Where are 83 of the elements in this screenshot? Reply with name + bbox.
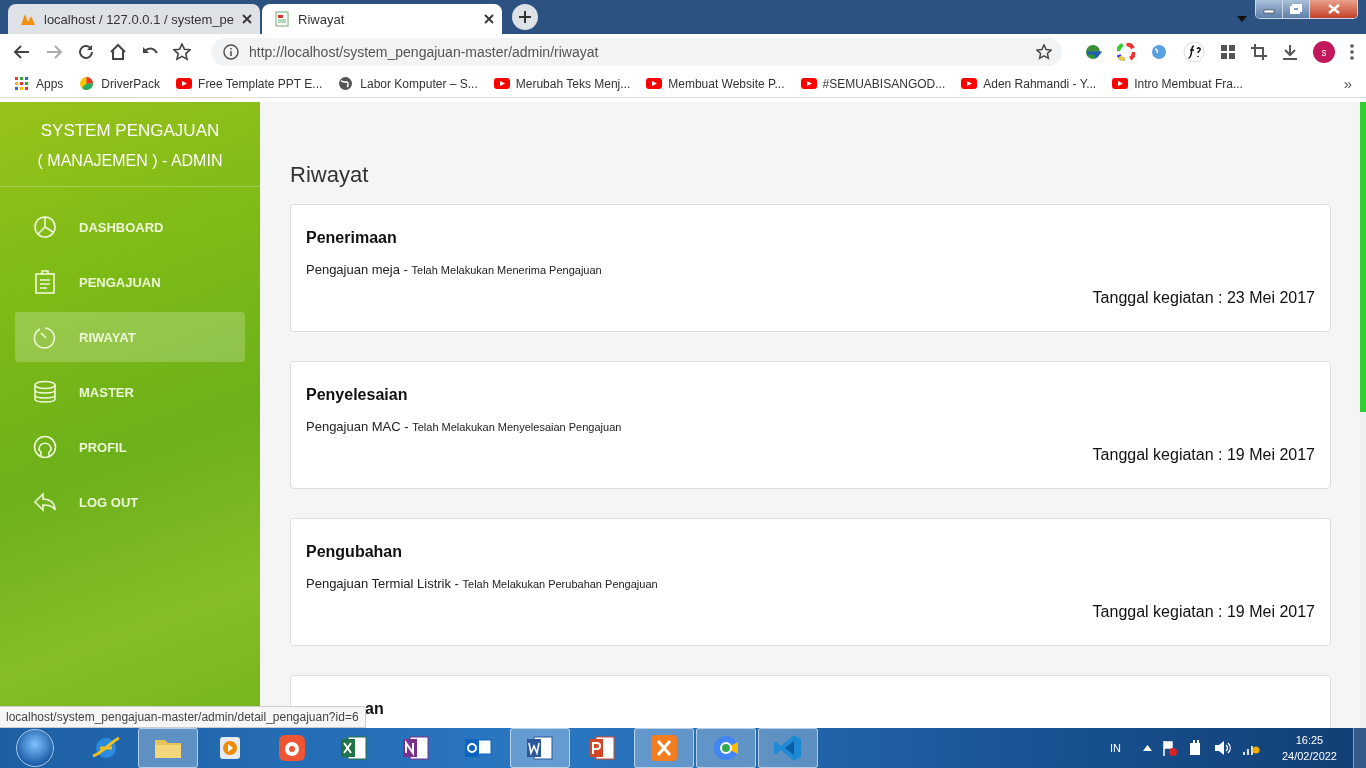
flag-error-icon[interactable] xyxy=(1161,740,1178,756)
bookmark[interactable]: Labor Komputer – S... xyxy=(338,76,478,91)
timer-icon xyxy=(33,325,57,349)
home-icon[interactable] xyxy=(109,43,127,61)
video-play-icon xyxy=(1112,76,1129,91)
code-editor-icon xyxy=(772,732,804,764)
download-icon[interactable] xyxy=(1282,44,1298,60)
minimize-button[interactable] xyxy=(1256,0,1283,18)
pinwheel-icon xyxy=(79,76,96,91)
close-icon[interactable] xyxy=(242,14,253,24)
browser-tab[interactable]: Riwayat xyxy=(262,4,503,34)
app-subtitle: ( MANAJEMEN ) - ADMIN xyxy=(36,152,224,170)
clock-date: 24/02/2022 xyxy=(1281,749,1337,764)
video-play-icon xyxy=(176,76,193,91)
bookmark[interactable]: Membuat Website P... xyxy=(646,76,785,91)
show-hidden-icons-icon[interactable] xyxy=(1142,745,1152,751)
app-title: SYSTEM PENGAJUAN xyxy=(39,120,221,142)
pie-chart-icon xyxy=(33,215,57,239)
tab-title: Riwayat xyxy=(298,11,346,27)
status-url-tooltip: localhost/system_pengajuan-master/admin/detail_pengajuan?id=6 xyxy=(0,706,366,728)
clipboard-icon xyxy=(33,270,57,294)
restore-icon xyxy=(1290,4,1302,14)
card-title: Pengubahan xyxy=(306,543,403,561)
bookmark[interactable]: Intro Membuat Fra... xyxy=(1112,76,1243,91)
profile-avatar[interactable]: s xyxy=(1313,41,1335,63)
grid-icon[interactable] xyxy=(1220,44,1236,60)
recorder-icon xyxy=(276,732,308,764)
reload-icon[interactable] xyxy=(77,43,95,61)
close-icon[interactable] xyxy=(484,14,495,24)
taskbar-app[interactable] xyxy=(758,728,818,768)
reply-arrow-icon xyxy=(33,490,57,514)
clock-time: 16:25 xyxy=(1295,733,1324,748)
video-play-icon xyxy=(961,76,978,91)
url-text: http://localhost/system_pengajuan-master/admin/riwayat xyxy=(249,44,600,60)
close-icon xyxy=(1327,4,1340,14)
maximize-button[interactable] xyxy=(1283,0,1310,18)
globe-icon xyxy=(338,76,355,91)
bookmark[interactable]: DriverPack xyxy=(79,76,161,91)
font-question-icon[interactable] xyxy=(1183,41,1205,63)
video-play-icon xyxy=(493,76,510,91)
info-icon[interactable] xyxy=(223,44,239,60)
bookmark[interactable]: Merubah Teks Menj... xyxy=(493,76,631,91)
user-icon xyxy=(33,435,57,459)
database-icon xyxy=(33,380,57,404)
clock[interactable]: 16:25 24/02/2022 xyxy=(1275,732,1343,764)
back-icon[interactable] xyxy=(13,43,31,61)
taskbar-app[interactable] xyxy=(510,728,570,768)
color-wheel-icon[interactable] xyxy=(1117,43,1135,61)
start-button[interactable] xyxy=(16,729,54,767)
bookmark[interactable]: Apps xyxy=(14,76,64,91)
video-play-icon xyxy=(800,76,817,91)
speaker-icon[interactable] xyxy=(1213,740,1232,756)
apps-grid-icon xyxy=(14,76,30,91)
page-icon xyxy=(274,11,291,27)
activity-description: Pengajuan MAC - Telah Melakukan Menyelesaian Pengajuan xyxy=(306,419,622,434)
language-indicator[interactable]: IN xyxy=(1109,742,1121,754)
browser-tab[interactable]: localhost / 127.0.0.1 / system_pe xyxy=(8,4,261,34)
activity-description: Pengajuan meja - Telah Melakukan Menerima Pengajuan xyxy=(306,262,602,277)
bookmark[interactable]: #SEMUABISANGOD... xyxy=(800,76,946,91)
bookmark[interactable]: Free Template PPT E... xyxy=(176,76,323,91)
tab-title: localhost / 127.0.0.1 / system_pe xyxy=(44,11,235,27)
more-bookmarks-button[interactable]: » xyxy=(1343,75,1352,92)
crop-icon[interactable] xyxy=(1251,44,1267,60)
cross-logo-icon xyxy=(648,732,680,764)
card-title: Penerimaan xyxy=(306,229,398,247)
card-title: Penyelesaian xyxy=(306,386,409,404)
globe-icon[interactable] xyxy=(1150,43,1168,61)
page-heading: Riwayat xyxy=(290,162,370,188)
close-button[interactable] xyxy=(1310,0,1357,18)
activity-description: Pengajuan Termial Listrik - Telah Melakukan Perubahan Pengajuan xyxy=(306,576,658,591)
address-bar[interactable]: http://localhost/system_pengajuan-master/admin/riwayat xyxy=(211,38,1062,66)
video-play-icon xyxy=(646,76,663,91)
star-icon[interactable] xyxy=(173,43,191,61)
activity-date: Tanggal kegiatan : 19 Mei 2017 xyxy=(1092,446,1315,463)
activity-date: Tanggal kegiatan : 23 Mei 2017 xyxy=(1092,289,1315,306)
show-desktop-button[interactable] xyxy=(1353,728,1366,768)
menu-icon[interactable] xyxy=(1350,44,1354,60)
activity-date: Tanggal kegiatan : 19 Mei 2017 xyxy=(1092,603,1315,620)
scrollbar[interactable] xyxy=(1360,102,1366,728)
plus-icon xyxy=(518,10,533,24)
bookmark-star-icon[interactable] xyxy=(1036,44,1052,60)
bookmark[interactable]: Aden Rahmandi - Y... xyxy=(961,76,1097,91)
new-tab-button[interactable] xyxy=(512,4,539,30)
